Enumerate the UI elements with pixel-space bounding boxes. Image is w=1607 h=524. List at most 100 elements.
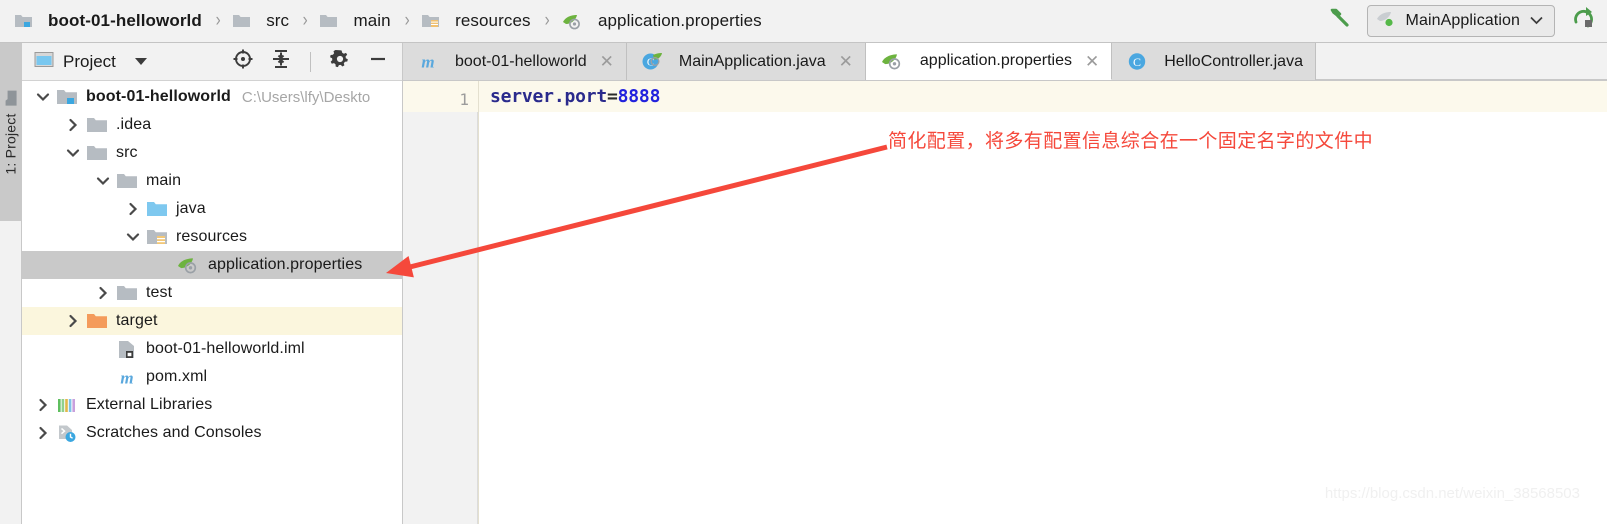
breadcrumb-item-project[interactable]: boot-01-helloworld [14,11,202,31]
chevron-right-icon[interactable] [120,201,146,217]
resources-folder-icon [421,13,440,29]
editor-tab-label: MainApplication.java [678,52,826,70]
spring-run-icon [1376,10,1397,32]
close-icon[interactable]: ✕ [839,53,853,70]
breadcrumb-item-src[interactable]: src [232,11,289,31]
breadcrumb-separator: › [404,10,410,31]
chevron-right-icon[interactable] [90,285,116,301]
tree-item-target[interactable]: target [22,307,402,335]
toolbar-divider [310,51,311,72]
gear-icon[interactable] [328,47,352,76]
chevron-down-icon[interactable] [134,58,147,65]
close-icon[interactable]: ✕ [1085,53,1099,70]
editor-tab-bar: m boot-01-helloworld ✕ C MainApplication.jav… [403,43,1607,81]
svg-text:C: C [1133,55,1141,69]
tree-item-label: src [116,144,138,161]
project-panel-title[interactable]: Project [34,51,147,73]
chevron-right-icon[interactable] [60,117,86,133]
editor-tab-label: boot-01-helloworld [455,52,587,70]
rerun-button[interactable] [1569,7,1597,35]
editor-tab-application-properties[interactable]: application.properties ✕ [865,43,1113,80]
module-folder-icon [14,13,33,29]
tree-item-label: java [176,200,206,217]
spring-properties-icon [880,52,904,70]
folder-icon [86,116,108,134]
target-folder-icon [86,312,108,330]
chevron-right-icon[interactable] [30,397,56,413]
tree-item-java[interactable]: java [22,195,402,223]
module-folder-icon [56,88,78,106]
tree-item-label: main [146,172,182,189]
tree-item-boot-01-helloworld-iml[interactable]: boot-01-helloworld.iml [22,335,402,363]
breadcrumb-label: boot-01-helloworld [48,11,202,30]
tree-item-boot-01-helloworld[interactable]: boot-01-helloworld C:\Users\lfy\Deskto [22,83,402,111]
tree-item-test[interactable]: test [22,279,402,307]
tree-item-external-libraries[interactable]: External Libraries [22,391,402,419]
tree-item-label: .idea [116,116,152,133]
project-panel-actions [231,47,394,76]
maven-icon: m [417,52,439,72]
collapse-all-icon[interactable] [269,47,293,76]
close-icon[interactable]: ✕ [600,53,614,70]
chevron-right-icon[interactable] [30,425,56,441]
tree-item-pom-xml[interactable]: m pom.xml [22,363,402,391]
breadcrumb-separator: › [215,10,221,31]
tree-item-label: resources [176,228,248,245]
breadcrumb-item-resources[interactable]: resources [421,11,531,31]
tree-item-label: pom.xml [146,368,208,385]
iml-file-icon [116,340,138,359]
gutter-background [403,112,478,524]
chevron-down-icon[interactable] [120,229,146,245]
folder-icon [319,13,338,29]
project-folder-icon [4,89,18,106]
tool-window-tab-project[interactable]: 1: Project [0,43,22,221]
chevron-down-icon[interactable] [1529,12,1544,30]
run-configuration-label: MainApplication [1405,12,1520,29]
breadcrumb-label: resources [455,11,531,30]
tree-item-resources[interactable]: resources [22,223,402,251]
property-key: server.port [490,86,608,107]
scroll-from-source-icon[interactable] [231,47,255,76]
project-tree: boot-01-helloworld C:\Users\lfy\Deskto .id… [22,81,402,447]
editor-tab-mainapplication-java[interactable]: C MainApplication.java ✕ [626,43,866,80]
libraries-icon [56,396,78,415]
svg-text:m: m [120,368,133,387]
tree-item-scratches-and-consoles[interactable]: Scratches and Consoles [22,419,402,447]
editor-area: m boot-01-helloworld ✕ C MainApplication.jav… [403,43,1607,524]
chevron-down-icon[interactable] [30,89,56,105]
breadcrumb-item-main[interactable]: main [319,11,391,31]
chevron-right-icon[interactable] [60,313,86,329]
line-number: 1 [459,90,469,109]
editor-tab-boot-01-helloworld[interactable]: m boot-01-helloworld ✕ [403,43,627,80]
tree-item-src[interactable]: src [22,139,402,167]
spring-class-icon: C [641,52,663,71]
folder-icon [116,284,138,302]
hammer-icon [1327,6,1353,37]
intellij-idea-window: boot-01-helloworld › src › main › resour… [0,0,1607,524]
minimize-icon[interactable] [366,47,390,76]
tree-item-main[interactable]: main [22,167,402,195]
breadcrumb-separator: › [302,10,308,31]
chevron-down-icon[interactable] [90,173,116,189]
property-equals: = [607,86,618,107]
chevron-down-icon[interactable] [60,145,86,161]
editor-tab-hellocontroller-java[interactable]: C HelloController.java [1112,43,1316,80]
toolbar-right-controls: MainApplication [1327,5,1607,37]
watermark: https://blog.csdn.net/weixin_38568503 [1324,485,1580,502]
tab-bar-filler [1315,43,1607,80]
breadcrumb-item-file[interactable]: application.properties [561,11,762,31]
editor-scrollbar[interactable] [1592,124,1607,524]
build-button[interactable] [1327,8,1353,34]
tree-item-application-properties[interactable]: application.properties [22,251,402,279]
tree-item-label: application.properties [208,256,363,273]
maven-icon: m [116,368,138,387]
tree-item-label: boot-01-helloworld [86,88,231,105]
run-configuration-selector[interactable]: MainApplication [1366,5,1555,37]
folder-icon [86,144,108,162]
tool-window-tab-label: 1: Project [3,113,20,175]
code-line-1[interactable]: server.port = 8888 [479,81,1607,112]
editor-gutter[interactable]: 1 [403,81,479,524]
tree-item-label: target [116,312,158,329]
tree-item-idea[interactable]: .idea [22,111,402,139]
svg-text:m: m [421,53,434,72]
